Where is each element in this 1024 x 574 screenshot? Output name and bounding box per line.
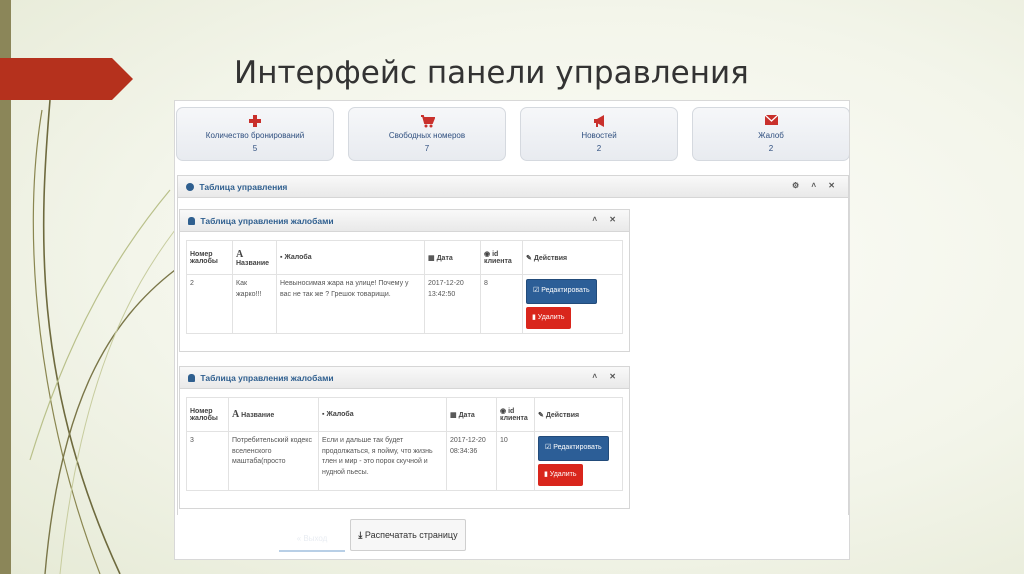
stat-label: Жалоб — [758, 131, 784, 140]
cell-date: 2017-12-20 13:42:50 — [424, 274, 481, 334]
panel-title: Таблица управления жалобами — [200, 216, 334, 226]
panel-header: Таблица управления жалобами ˄ ✕ — [180, 367, 629, 389]
cell-number: 2 — [186, 274, 233, 334]
bullhorn-icon — [521, 114, 677, 129]
edit-icon: ☑ — [545, 444, 554, 451]
main-panel-header: Таблица управления ⚙ ˄ ✕ — [178, 176, 848, 198]
stat-label: Количество бронирований — [205, 131, 305, 140]
col-complaint: ▪ Жалоба — [318, 397, 447, 432]
cell-actions: ☑ Редактировать ▮ Удалить — [522, 274, 623, 334]
complaints-table-2: Номер жалобы A Название ▪ Жалоба ▦ Дата … — [186, 397, 623, 491]
cell-client: 8 — [480, 274, 523, 334]
delete-button[interactable]: ▮ Удалить — [538, 463, 583, 486]
cell-complaint: Невыносимая жара на улице! Почему у вас … — [276, 274, 425, 334]
stat-card-news[interactable]: Новостей 2 — [520, 107, 678, 161]
stat-card-complaints[interactable]: Жалоб 2 — [692, 107, 849, 161]
stat-value: 2 — [768, 144, 774, 153]
col-name: A Название — [228, 397, 319, 432]
stat-card-bookings[interactable]: Количество бронирований 5 — [176, 107, 334, 161]
stat-value: 7 — [424, 144, 430, 153]
info-icon — [186, 183, 194, 191]
eye-icon: ◉ — [484, 251, 493, 258]
stat-label: Новостей — [581, 131, 617, 140]
pencil-icon: ✎ — [526, 254, 534, 262]
table-header-row: Номер жалобы A Название ▪ Жалоба ▦ Дата ◉… — [186, 240, 623, 275]
panel-title: Таблица управления жалобами — [200, 373, 334, 383]
col-client: ◉ id клиента — [496, 397, 535, 432]
slide-title: Интерфейс панели управления — [234, 55, 749, 91]
pencil-icon: ✎ — [538, 411, 546, 419]
cell-number: 3 — [186, 431, 229, 491]
panel-controls[interactable]: ˄ ✕ — [592, 215, 621, 224]
col-number: Номер жалобы — [186, 240, 233, 275]
user-icon — [188, 374, 195, 382]
cell-date: 2017-12-20 08:34:36 — [446, 431, 497, 491]
stat-value: 2 — [596, 144, 602, 153]
panel-header: Таблица управления жалобами ˄ ✕ — [180, 210, 629, 232]
main-panel-controls[interactable]: ⚙ ˄ ✕ — [792, 181, 840, 190]
print-page-button[interactable]: ⤓ Распечатать страницу — [350, 519, 466, 551]
complaints-panel-1: Таблица управления жалобами ˄ ✕ Номер жа… — [179, 209, 630, 352]
decorative-stems — [29, 100, 176, 574]
cell-name: Как жарко!!! — [232, 274, 277, 334]
stat-card-free-rooms[interactable]: Свободных номеров 7 — [348, 107, 506, 161]
col-complaint: ▪ Жалоба — [276, 240, 425, 275]
stat-value: 5 — [252, 144, 258, 153]
font-icon: A — [232, 409, 242, 420]
col-number: Номер жалобы — [186, 397, 229, 432]
logout-link[interactable]: « Выход — [279, 526, 345, 552]
cell-complaint: Если и дальше так будет продолжаться, я … — [318, 431, 447, 491]
edit-button[interactable]: ☑ Редактировать — [538, 436, 609, 461]
complaints-table-1: Номер жалобы A Название ▪ Жалоба ▦ Дата ◉… — [186, 240, 623, 334]
cell-client: 10 — [496, 431, 535, 491]
cart-icon — [349, 114, 505, 129]
user-icon — [188, 217, 195, 225]
col-name: A Название — [232, 240, 277, 275]
dashboard-screenshot: Количество бронирований 5 Свободных номе… — [174, 100, 850, 560]
panel-controls[interactable]: ˄ ✕ — [592, 372, 621, 381]
edit-button[interactable]: ☑ Редактировать — [526, 279, 597, 304]
cell-name: Потребительский кодекс вселенского машта… — [228, 431, 319, 491]
calendar-icon: ▦ — [450, 411, 459, 419]
stat-label: Свободных номеров — [388, 131, 466, 140]
calendar-icon: ▦ — [428, 254, 437, 262]
envelope-icon — [693, 114, 849, 129]
eye-icon: ◉ — [500, 408, 509, 415]
table-row: 3 Потребительский кодекс вселенского маш… — [186, 431, 623, 491]
main-panel-title: Таблица управления — [199, 182, 288, 192]
plus-icon — [177, 114, 333, 129]
stats-row: Количество бронирований 5 Свободных номе… — [175, 107, 849, 163]
table-row: 2 Как жарко!!! Невыносимая жара на улице… — [186, 274, 623, 334]
col-actions: ✎ Действия — [534, 397, 623, 432]
col-client: ◉ id клиента — [480, 240, 523, 275]
complaints-panel-2: Таблица управления жалобами ˄ ✕ Номер жа… — [179, 366, 630, 509]
slide-red-arrow — [0, 58, 133, 100]
font-icon: A — [236, 248, 244, 260]
col-date: ▦ Дата — [446, 397, 497, 432]
cell-actions: ☑ Редактировать ▮ Удалить — [534, 431, 623, 491]
col-date: ▦ Дата — [424, 240, 481, 275]
edit-icon: ☑ — [533, 287, 542, 294]
delete-button[interactable]: ▮ Удалить — [526, 306, 571, 329]
col-actions: ✎ Действия — [522, 240, 623, 275]
table-header-row: Номер жалобы A Название ▪ Жалоба ▦ Дата … — [186, 397, 623, 432]
